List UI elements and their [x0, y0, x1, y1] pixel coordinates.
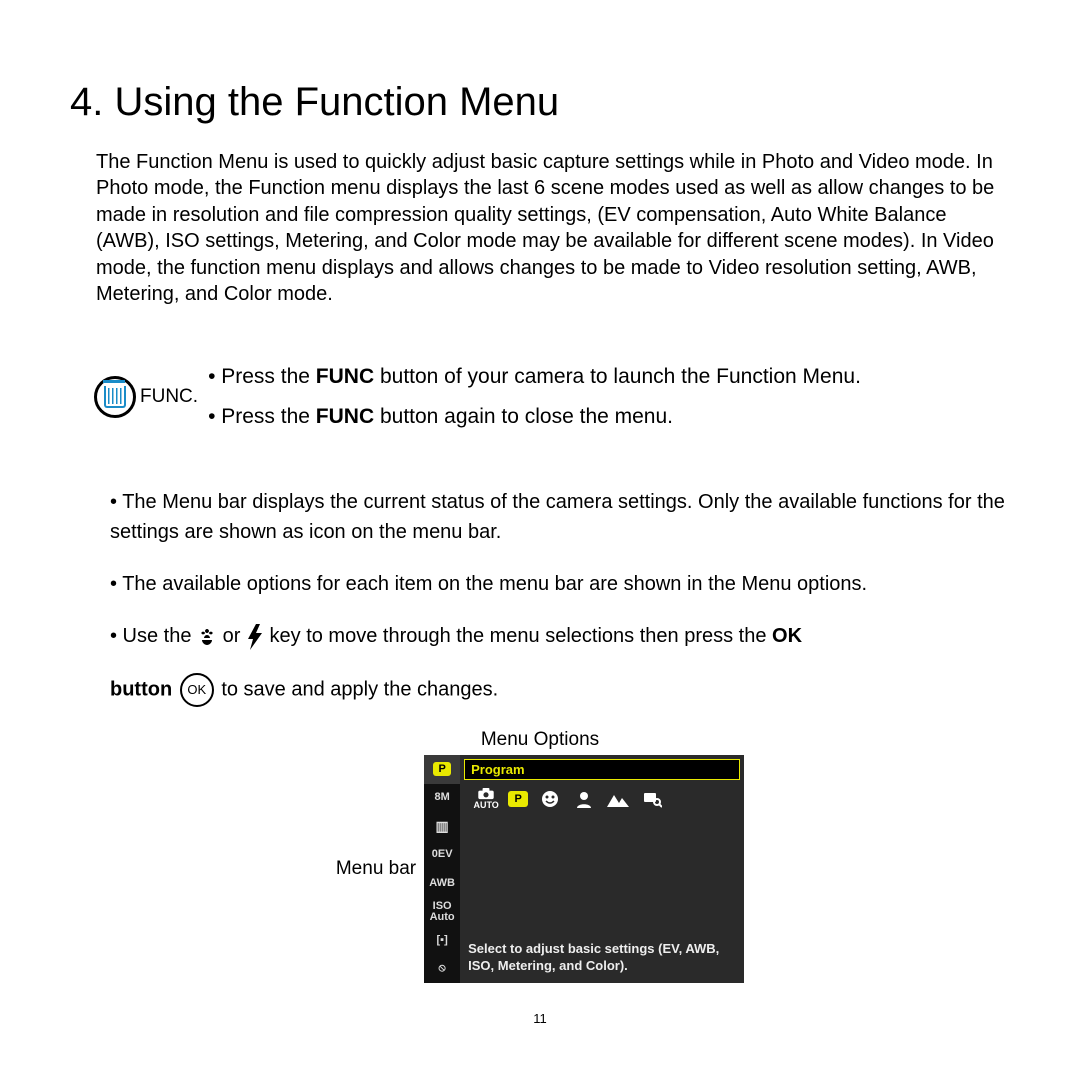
side-mode-p: P	[424, 755, 460, 784]
mode-p-icon: P	[508, 791, 528, 807]
page-heading: 4. Using the Function Menu	[70, 80, 1010, 125]
lcd-help-text: Select to adjust basic settings (EV, AWB…	[460, 939, 744, 983]
camera-lcd-figure: P 8M ▥ 0EV AWB ISO Auto [▪] ⦸ Program AU…	[424, 755, 744, 983]
mode-auto-icon: AUTO	[474, 788, 498, 810]
func-button-graphic: FUNC.	[94, 376, 208, 418]
func-instruction-row: FUNC. • Press the FUNC button of your ca…	[94, 357, 1010, 437]
func-bullets: • Press the FUNC button of your camera t…	[208, 357, 861, 437]
side-ev: 0EV	[424, 841, 460, 870]
mode-portrait-icon	[572, 788, 596, 810]
side-metering-icon: [▪]	[424, 926, 460, 955]
menu-bar-label: Menu bar	[336, 858, 416, 880]
body-bullet-2: • The available options for each item on…	[110, 569, 1010, 599]
ok-button-icon: OK	[180, 673, 214, 707]
side-iso: ISO Auto	[424, 898, 460, 927]
body-block: • The Menu bar displays the current stat…	[110, 487, 1010, 707]
body-bullet-1: • The Menu bar displays the current stat…	[110, 487, 1010, 547]
page-number: 11	[70, 1011, 1010, 1026]
mode-search-icon	[640, 788, 664, 810]
body-bullet-4: button OK to save and apply the changes.	[110, 673, 1010, 707]
flash-bolt-icon	[246, 624, 264, 650]
trash-icon	[94, 376, 136, 418]
intro-paragraph: The Function Menu is used to quickly adj…	[96, 149, 1010, 307]
lcd-program-bar: Program	[464, 759, 740, 780]
lcd-main: Program AUTO P Select to adjust basic se…	[460, 755, 744, 983]
side-color-icon: ⦸	[424, 955, 460, 984]
body-bullet-3: • Use the or key to move through the men…	[110, 621, 1010, 651]
side-awb: AWB	[424, 869, 460, 898]
side-size: 8M	[424, 784, 460, 813]
macro-flower-icon	[197, 627, 217, 647]
figure-wrap: Menu Options Menu bar P 8M ▥ 0EV AWB ISO…	[70, 729, 1010, 983]
lcd-sidebar: P 8M ▥ 0EV AWB ISO Auto [▪] ⦸	[424, 755, 460, 983]
mode-landscape-icon	[606, 788, 630, 810]
func-label: FUNC.	[140, 386, 198, 408]
side-quality-icon: ▥	[424, 812, 460, 841]
menu-options-label: Menu Options	[481, 729, 599, 751]
lcd-mode-icons: AUTO P	[460, 780, 744, 814]
mode-smile-icon	[538, 788, 562, 810]
